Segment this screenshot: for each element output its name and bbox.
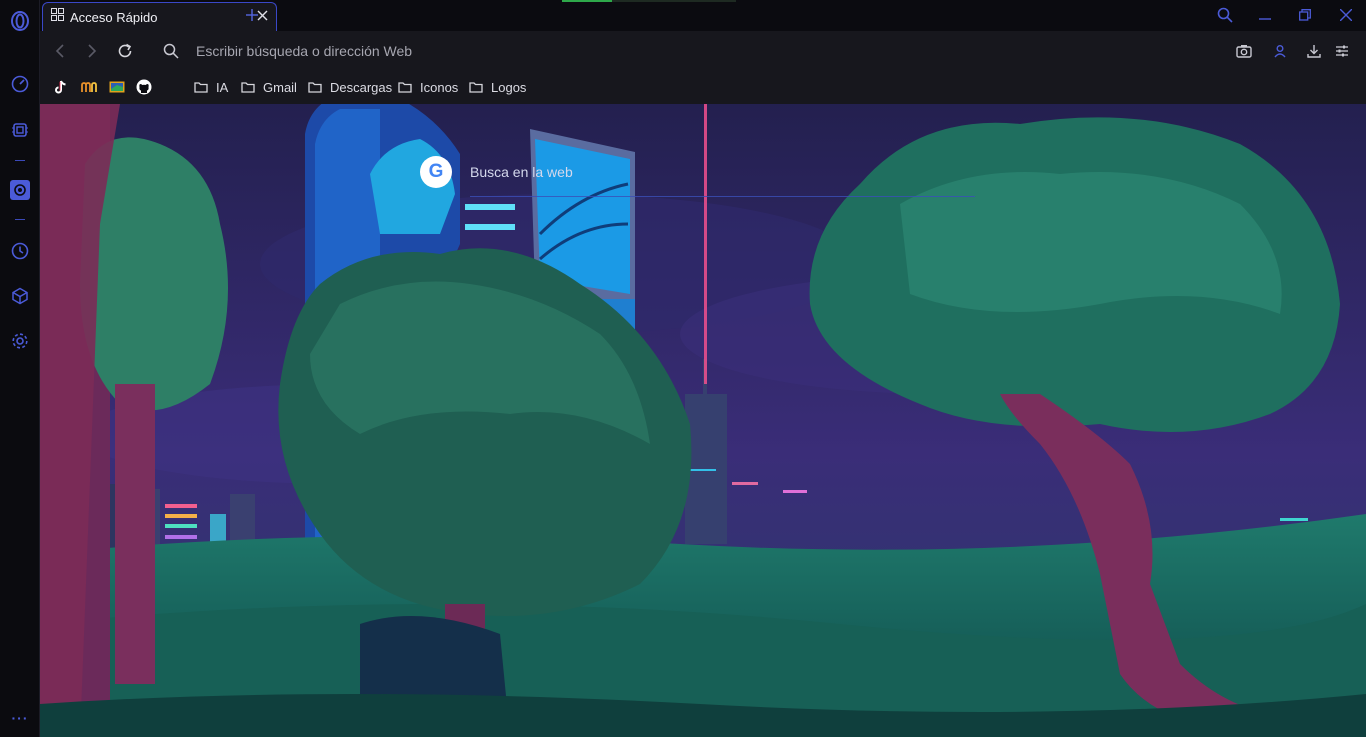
bookmark-label: Iconos bbox=[420, 79, 459, 95]
folder-icon bbox=[194, 82, 208, 93]
bookmark-label: IA bbox=[216, 79, 229, 95]
downloads-icon[interactable] bbox=[1304, 41, 1324, 61]
extensions-icon[interactable] bbox=[10, 120, 30, 140]
profile-icon[interactable] bbox=[1270, 41, 1290, 61]
bookmark-folder-descargas[interactable]: Descargas bbox=[308, 78, 392, 96]
new-tab-button[interactable] bbox=[246, 6, 258, 24]
opera-logo-icon[interactable] bbox=[10, 11, 30, 31]
bookmarks-bar: IA Gmail Descargas Iconos Logos bbox=[40, 71, 1366, 104]
tab-speed-dial[interactable]: Acceso Rápido bbox=[42, 2, 277, 31]
minimize-button[interactable] bbox=[1255, 5, 1275, 25]
folder-icon bbox=[241, 82, 255, 93]
search-icon bbox=[161, 41, 181, 61]
google-logo-letter: G bbox=[428, 161, 444, 182]
bookmark-label: Descargas bbox=[330, 79, 393, 95]
folder-icon bbox=[469, 82, 483, 93]
tiktok-icon[interactable] bbox=[52, 78, 70, 96]
restore-button[interactable] bbox=[1295, 5, 1315, 25]
history-icon[interactable] bbox=[10, 241, 30, 261]
bookmark-label: Gmail bbox=[263, 79, 297, 95]
close-window-button[interactable] bbox=[1336, 5, 1356, 25]
mn-icon[interactable] bbox=[80, 78, 98, 96]
bookmark-folder-ia[interactable]: IA bbox=[194, 78, 228, 96]
snapshot-icon[interactable] bbox=[1234, 41, 1254, 61]
sidebar-divider bbox=[15, 219, 25, 220]
card-icon[interactable] bbox=[108, 78, 126, 96]
github-icon[interactable] bbox=[135, 78, 153, 96]
toolbar: Escribir búsqueda o dirección Web bbox=[40, 31, 1366, 71]
folder-icon bbox=[308, 82, 322, 93]
search-placeholder: Busca en la web bbox=[470, 164, 573, 180]
bookmark-label: Logos bbox=[491, 79, 527, 95]
grid-icon bbox=[51, 8, 64, 26]
reload-button[interactable] bbox=[115, 41, 135, 61]
cube-icon[interactable] bbox=[10, 286, 30, 306]
search-underline bbox=[470, 196, 975, 197]
settings-icon[interactable] bbox=[10, 331, 30, 351]
loading-indicator bbox=[562, 0, 612, 2]
sidebar: ··· bbox=[0, 0, 40, 737]
close-tab-icon[interactable] bbox=[257, 8, 268, 26]
wallpaper-image bbox=[40, 104, 1366, 737]
web-search-box[interactable]: G Busca en la web bbox=[420, 156, 573, 188]
google-logo-icon: G bbox=[420, 156, 452, 188]
forward-button[interactable] bbox=[82, 41, 102, 61]
back-button[interactable] bbox=[50, 41, 70, 61]
tab-title: Acceso Rápido bbox=[70, 9, 158, 25]
tab-search-icon[interactable] bbox=[1215, 5, 1235, 25]
bookmark-folder-logos[interactable]: Logos bbox=[469, 78, 526, 96]
sidebar-divider bbox=[15, 160, 25, 161]
speed-dial-page: G Busca en la web bbox=[40, 104, 1366, 737]
bookmark-folder-gmail[interactable]: Gmail bbox=[241, 78, 297, 96]
bookmark-folder-iconos[interactable]: Iconos bbox=[398, 78, 458, 96]
address-input[interactable]: Escribir búsqueda o dirección Web bbox=[196, 43, 412, 59]
tab-strip: Acceso Rápido bbox=[40, 0, 1366, 31]
easy-setup-icon[interactable] bbox=[1332, 41, 1352, 61]
speed-dial-icon[interactable] bbox=[10, 74, 30, 94]
more-icon[interactable]: ··· bbox=[10, 708, 30, 728]
folder-icon bbox=[398, 82, 412, 93]
loading-track bbox=[612, 0, 736, 2]
ai-icon[interactable] bbox=[10, 180, 30, 200]
